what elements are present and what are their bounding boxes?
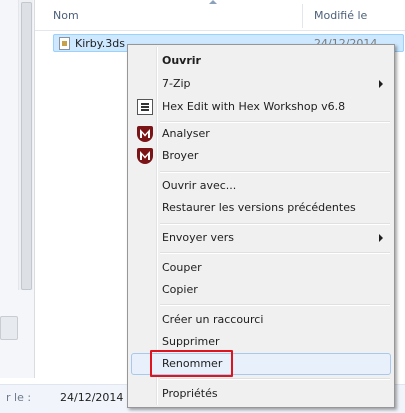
menu-item-label: Créer un raccourci [162, 313, 264, 326]
file-icon [59, 37, 70, 50]
menu-item-label: Propriétés [162, 387, 218, 400]
menu-item-label: Hex Edit with Hex Workshop v6.8 [162, 100, 346, 113]
menu-item-label: Ouvrir avec... [162, 179, 237, 192]
menu-item-creer-raccourci[interactable]: Créer un raccourci [131, 309, 391, 331]
menu-item-7zip[interactable]: 7-Zip [131, 73, 391, 95]
menu-separator [160, 304, 390, 306]
mcafee-shield-icon [137, 126, 153, 142]
menu-separator [160, 171, 390, 173]
column-header: Nom Modifié le [35, 0, 405, 31]
menu-separator [160, 378, 390, 380]
column-separator[interactable] [302, 4, 303, 28]
column-name-header[interactable]: Nom [53, 9, 79, 22]
scrollbar-thumb[interactable] [21, 2, 32, 290]
menu-item-proprietes[interactable]: Propriétés [131, 383, 391, 405]
menu-item-copier[interactable]: Copier [131, 279, 391, 301]
menu-item-label: Copier [162, 283, 198, 296]
sort-arrow-icon [209, 0, 217, 4]
menu-item-envoyer-vers[interactable]: Envoyer vers [131, 227, 391, 249]
menu-item-ouvrir-avec[interactable]: Ouvrir avec... [131, 175, 391, 197]
mcafee-shield-icon [137, 148, 153, 164]
menu-item-label: 7-Zip [162, 77, 191, 90]
menu-item-couper[interactable]: Couper [131, 257, 391, 279]
navigation-scroll-button[interactable] [0, 316, 18, 340]
menu-item-broyer[interactable]: Broyer [131, 145, 391, 167]
menu-item-analyser[interactable]: Analyser [131, 123, 391, 145]
navigation-scrollbar[interactable] [18, 0, 33, 290]
menu-separator [160, 223, 390, 225]
menu-item-restaurer-versions[interactable]: Restaurer les versions précédentes [131, 197, 391, 219]
menu-separator [160, 252, 390, 254]
details-label: r le : [6, 391, 32, 404]
column-modified-header[interactable]: Modifié le [314, 9, 367, 22]
menu-item-label: Ouvrir [162, 54, 201, 67]
menu-item-label: Couper [162, 261, 202, 274]
menu-item-hex-edit[interactable]: Hex Edit with Hex Workshop v6.8 [131, 96, 391, 118]
menu-item-ouvrir[interactable]: Ouvrir [131, 50, 391, 72]
menu-item-label: Envoyer vers [162, 231, 234, 244]
file-name: Kirby.3ds [75, 37, 125, 50]
rename-highlight-box [150, 350, 233, 377]
menu-item-label: Analyser [162, 127, 210, 140]
menu-item-label: Broyer [162, 149, 199, 162]
submenu-arrow-icon [379, 80, 383, 88]
hex-workshop-icon [137, 99, 153, 115]
menu-item-label: Restaurer les versions précédentes [162, 201, 356, 214]
submenu-arrow-icon [379, 234, 383, 242]
menu-item-label: Supprimer [162, 335, 220, 348]
